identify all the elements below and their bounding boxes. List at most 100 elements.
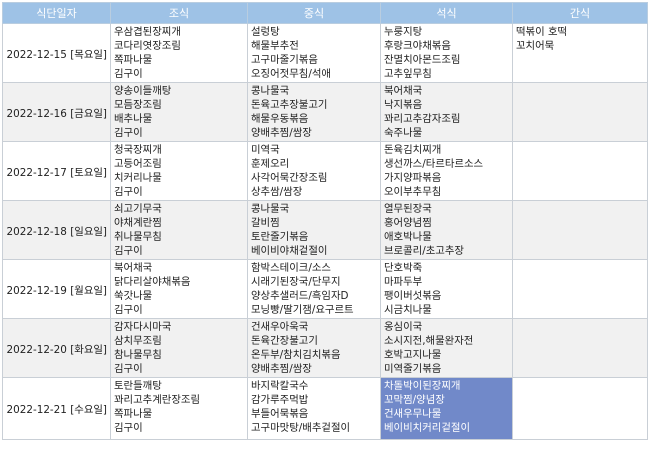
menu-item: 김구이 bbox=[114, 304, 143, 317]
meal-cell-dinner: 누룽지탕 후랑크야채볶음 잔멸치아몬드조림 고추잎무침 bbox=[380, 23, 513, 83]
meal-cell-breakfast: 청국장찌개 고등어조림 치커리나물 김구이 bbox=[110, 141, 248, 201]
meal-cell-dinner: 북어채국 낙지볶음 꽈리고추감자조림 숙주나물 bbox=[380, 82, 513, 142]
menu-item: 야채계란찜 bbox=[114, 217, 162, 230]
menu-item: 콩나물국 bbox=[251, 85, 290, 97]
menu-item: 청국장찌개 bbox=[114, 144, 162, 156]
menu-item: 북어채국 bbox=[114, 262, 153, 274]
menu-item: 부들어묵볶음 bbox=[251, 408, 309, 421]
menu-item: 옹심이국 bbox=[384, 321, 423, 333]
menu-item: 바지락칼국수 bbox=[251, 380, 309, 392]
meal-date: 2022-12-15 [목요일] bbox=[2, 23, 111, 83]
header-dinner: 석식 bbox=[380, 2, 513, 24]
menu-item: 쇠고기무국 bbox=[114, 203, 162, 215]
table-row: 2022-12-15 [목요일] 우삼겹된장찌개 코다리엿장조림 쪽파나물 김구이 설렁탕… bbox=[2, 23, 648, 83]
meal-cell-lunch: 설렁탕 해물부추전 고구마줄기볶음 오징어젓무침/석애 bbox=[247, 23, 381, 83]
menu-item: 양상추샐러드/흑임자D bbox=[251, 290, 349, 303]
meal-cell-breakfast: 감자다시마국 삼치무조림 참나물무침 김구이 bbox=[110, 318, 248, 378]
menu-item: 소시지전,해물완자전 bbox=[384, 335, 474, 348]
menu-item: 쑥갓나물 bbox=[114, 290, 153, 303]
menu-item: 해물우동볶음 bbox=[251, 113, 309, 126]
menu-item: 참나물무침 bbox=[114, 349, 162, 362]
table-row: 2022-12-18 [일요일] 쇠고기무국 야채계란찜 취나물무침 김구이 콩나물국 갈비… bbox=[2, 200, 648, 260]
meal-cell-lunch: 건새우아욱국 돈육간장불고기 온두부/참치김치볶음 양배추찜/쌈장 bbox=[247, 318, 381, 378]
menu-item: 돈육김치찌개 bbox=[384, 144, 442, 156]
table-row: 2022-12-19 [월요일] 북어채국 닭다리살야채볶음 쑥갓나물 김구이 함박스테이… bbox=[2, 259, 648, 319]
menu-item: 북어채국 bbox=[384, 85, 423, 97]
menu-item: 팽이버섯볶음 bbox=[384, 290, 442, 303]
meal-date: 2022-12-17 [토요일] bbox=[2, 141, 111, 201]
menu-item: 우삼겹된장찌개 bbox=[114, 26, 181, 38]
meal-cell-dinner: 열무된장국 홍어양념찜 애호박나물 브로콜리/초고추장 bbox=[380, 200, 513, 260]
menu-item: 감자다시마국 bbox=[114, 321, 172, 333]
meal-cell-dinner: 돈육김치찌개 생선까스/타르타르소스 가지양파볶음 오이부추무침 bbox=[380, 141, 513, 201]
header-snack: 간식 bbox=[512, 2, 648, 24]
menu-item: 배추나물 bbox=[114, 113, 153, 126]
meal-cell-breakfast: 토란들깨탕꽈리고추계란장조림 쪽파나물 김구이 bbox=[110, 377, 248, 440]
menu-item: 김구이 bbox=[114, 186, 143, 199]
menu-item: 누룽지탕 bbox=[384, 26, 423, 38]
meal-cell-snack bbox=[512, 259, 648, 319]
menu-item: 꼬치어묵 bbox=[516, 40, 555, 53]
menu-item: 쪽파나물 bbox=[114, 54, 153, 67]
menu-item: 김구이 bbox=[114, 68, 143, 81]
menu-item: 시금치나물 bbox=[384, 304, 432, 317]
header-lunch: 중식 bbox=[247, 2, 381, 24]
meal-cell-snack bbox=[512, 200, 648, 260]
menu-item: 토란들깨탕 bbox=[114, 380, 162, 392]
meal-date: 2022-12-16 [금요일] bbox=[2, 82, 111, 142]
menu-item: 김구이 bbox=[114, 422, 143, 435]
meal-cell-snack bbox=[512, 82, 648, 142]
menu-item: 갈비찜 bbox=[251, 217, 280, 230]
menu-item: 꽈리고추계란장조림 bbox=[114, 394, 201, 407]
meal-date: 2022-12-21 [수요일] bbox=[2, 377, 111, 440]
meal-date: 2022-12-19 [월요일] bbox=[2, 259, 111, 319]
menu-item: 양송이들깨탕 bbox=[114, 85, 172, 97]
table-row: 2022-12-17 [토요일] 청국장찌개 고등어조림 치커리나물 김구이 미역국훈제오… bbox=[2, 141, 648, 201]
menu-item: 삼치무조림 bbox=[114, 335, 162, 348]
header-date: 식단일자 bbox=[2, 2, 111, 24]
menu-item: 김구이 bbox=[114, 245, 143, 258]
meal-cell-snack bbox=[512, 318, 648, 378]
table-row: 2022-12-16 [금요일] 양송이들깨탕 모듬장조림 배추나물 김구이 콩나물국 돈육… bbox=[2, 82, 648, 142]
menu-item: 양배추찜/쌈장 bbox=[251, 363, 312, 376]
menu-item: 코다리엿장조림 bbox=[114, 40, 181, 53]
menu-item: 쪽파나물 bbox=[114, 408, 153, 421]
meal-cell-breakfast: 쇠고기무국야채계란찜 취나물무침 김구이 bbox=[110, 200, 248, 260]
menu-item: 베이비치커리겉절이 bbox=[384, 422, 471, 435]
menu-item: 홍어양념찜 bbox=[384, 217, 432, 230]
menu-item: 미역국 bbox=[251, 144, 280, 156]
menu-item: 취나물무침 bbox=[114, 231, 162, 244]
meal-date: 2022-12-18 [일요일] bbox=[2, 200, 111, 260]
menu-item: 애호박나물 bbox=[384, 231, 432, 244]
meal-cell-breakfast: 북어채국닭다리살야채볶음 쑥갓나물 김구이 bbox=[110, 259, 248, 319]
menu-item: 콩나물국 bbox=[251, 203, 290, 215]
menu-item: 해물부추전 bbox=[251, 40, 299, 53]
meal-cell-lunch: 미역국 훈제오리 사각어묵간장조림 상추쌈/쌈장 bbox=[247, 141, 381, 201]
menu-item: 떡볶이 호떡 bbox=[516, 26, 568, 38]
meal-cell-lunch: 바지락칼국수 감가루주먹밥 부들어묵볶음 고구마맛탕/배추겉절이 bbox=[247, 377, 381, 440]
menu-item: 모듬장조림 bbox=[114, 99, 162, 112]
menu-item: 꽈리고추감자조림 bbox=[384, 113, 461, 126]
menu-item: 단호박죽 bbox=[384, 262, 423, 274]
meal-cell-snack bbox=[512, 141, 648, 201]
menu-item: 고구마맛탕/배추겉절이 bbox=[251, 422, 351, 435]
meal-cell-dinner: 옹심이국 소시지전,해물완자전 호박고지나물 미역줄기볶음 bbox=[380, 318, 513, 378]
menu-item: 오징어젓무침/석애 bbox=[251, 68, 331, 81]
meal-cell-snack bbox=[512, 377, 648, 440]
meal-cell-lunch: 함박스테이크/소스 시래기된장국/단무지 양상추샐러드/흑임자D 모닝빵/딸기잼/요구… bbox=[247, 259, 381, 319]
meal-cell-lunch: 콩나물국 갈비찜 토란줄기볶음 베이비야채겉절이 bbox=[247, 200, 381, 260]
table-row: 2022-12-20 [화요일] 감자다시마국 삼치무조림 참나물무침 김구이 건새우아욱… bbox=[2, 318, 648, 378]
meal-cell-breakfast: 우삼겹된장찌개코다리엿장조림 쪽파나물 김구이 bbox=[110, 23, 248, 83]
menu-item: 훈제오리 bbox=[251, 158, 290, 171]
menu-item: 사각어묵간장조림 bbox=[251, 172, 328, 185]
meal-cell-dinner: 차돌박이된장찌개 꼬막찜/양념장 건새우무나물 베이비치커리겉절이 bbox=[380, 377, 513, 440]
menu-item: 양배추찜/쌈장 bbox=[251, 127, 312, 140]
menu-item: 닭다리살야채볶음 bbox=[114, 276, 191, 289]
menu-item: 숙주나물 bbox=[384, 127, 423, 140]
menu-item: 고구마줄기볶음 bbox=[251, 54, 318, 67]
header-breakfast: 조식 bbox=[110, 2, 248, 24]
table-header-row: 식단일자 조식 중식 석식 간식 bbox=[2, 2, 648, 24]
menu-item: 고추잎무침 bbox=[384, 68, 432, 81]
menu-item: 오이부추무침 bbox=[384, 186, 442, 199]
menu-item: 돈육간장불고기 bbox=[251, 335, 318, 348]
